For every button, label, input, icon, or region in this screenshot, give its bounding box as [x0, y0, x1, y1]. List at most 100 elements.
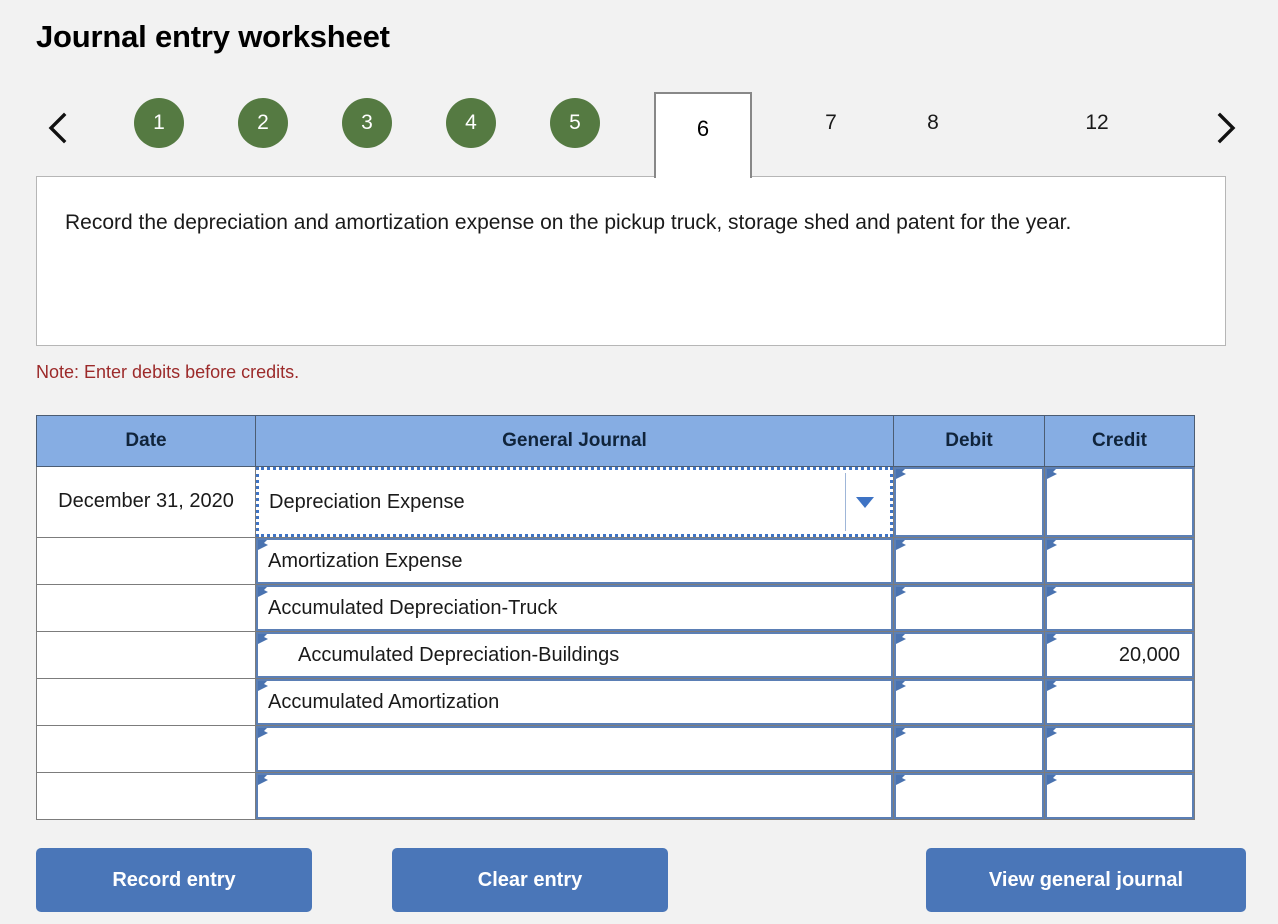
credit-input-4[interactable]: [1045, 679, 1194, 725]
account-input-5[interactable]: [256, 726, 893, 772]
table-row: December 31, 2020 Depreciation Expense: [36, 466, 1195, 538]
chevron-down-icon[interactable]: [845, 473, 884, 531]
cell-marker-icon: [258, 587, 268, 597]
debit-input-5[interactable]: [894, 726, 1044, 772]
debit-input-0[interactable]: [894, 467, 1044, 537]
step-tab-12-label: 12: [1085, 111, 1109, 134]
view-general-journal-button[interactable]: View general journal: [926, 848, 1246, 912]
date-cell: [36, 631, 256, 679]
debits-before-credits-note: Note: Enter debits before credits.: [36, 362, 300, 382]
table-row: [36, 725, 1195, 773]
credit-input-3[interactable]: 20,000: [1045, 632, 1194, 678]
table-header-row: Date General Journal Debit Credit: [36, 415, 1195, 467]
account-value-1: Amortization Expense: [268, 549, 463, 572]
account-select-0[interactable]: Depreciation Expense: [256, 467, 893, 537]
journal-rows: December 31, 2020 Depreciation Expense A…: [36, 466, 1195, 820]
general-journal-table: Date General Journal Debit Credit Decemb…: [36, 415, 1195, 820]
date-cell: [36, 678, 256, 726]
credit-cell: [1044, 584, 1195, 632]
account-input-3[interactable]: Accumulated Depreciation-Buildings: [256, 632, 893, 678]
step-tab-8-label: 8: [927, 111, 939, 134]
cell-marker-icon: [896, 775, 906, 785]
debit-cell: [893, 725, 1045, 773]
step-tab-5[interactable]: 5: [550, 98, 600, 148]
step-tab-strip: 1 2 3 4 5 6 7 8 12: [36, 92, 1242, 178]
account-input-2[interactable]: Accumulated Depreciation-Truck: [256, 585, 893, 631]
instruction-text: Record the depreciation and amortization…: [65, 211, 1072, 234]
journal-entry-worksheet-page: Journal entry worksheet 1 2 3 4 5 6 7 8 …: [0, 0, 1278, 924]
cell-marker-icon: [896, 634, 906, 644]
account-cell: [255, 772, 894, 820]
step-tab-4-label: 4: [465, 111, 477, 134]
next-step-button[interactable]: [1204, 92, 1248, 164]
cell-marker-icon: [258, 775, 268, 785]
cell-marker-icon: [896, 681, 906, 691]
account-cell: Accumulated Amortization: [255, 678, 894, 726]
debit-input-4[interactable]: [894, 679, 1044, 725]
date-cell: [36, 772, 256, 820]
table-row: [36, 772, 1195, 820]
table-row: Accumulated Depreciation-Buildings 20,00…: [36, 631, 1195, 679]
table-row: Accumulated Amortization: [36, 678, 1195, 726]
date-cell: [36, 725, 256, 773]
cell-marker-icon: [258, 540, 268, 550]
step-tab-1[interactable]: 1: [134, 98, 184, 148]
step-tab-6-active[interactable]: 6: [654, 92, 752, 178]
credit-input-0[interactable]: [1045, 467, 1194, 537]
instruction-panel: Record the depreciation and amortization…: [36, 176, 1226, 346]
account-cell: Depreciation Expense: [255, 466, 894, 538]
cell-marker-icon: [896, 728, 906, 738]
cell-marker-icon: [1047, 728, 1057, 738]
cell-marker-icon: [896, 587, 906, 597]
debit-cell: [893, 631, 1045, 679]
cell-marker-icon: [1047, 775, 1057, 785]
debit-input-6[interactable]: [894, 773, 1044, 819]
cell-marker-icon: [258, 681, 268, 691]
record-entry-button[interactable]: Record entry: [36, 848, 312, 912]
credit-input-1[interactable]: [1045, 538, 1194, 584]
credit-cell: 20,000: [1044, 631, 1195, 679]
step-tab-4[interactable]: 4: [446, 98, 496, 148]
account-value-4: Accumulated Amortization: [268, 690, 500, 713]
step-tab-1-label: 1: [153, 111, 165, 134]
credit-cell: [1044, 725, 1195, 773]
column-header-date: Date: [36, 415, 256, 467]
account-input-4[interactable]: Accumulated Amortization: [256, 679, 893, 725]
cell-marker-icon: [1047, 681, 1057, 691]
credit-cell: [1044, 537, 1195, 585]
credit-cell: [1044, 678, 1195, 726]
step-tab-5-label: 5: [569, 111, 581, 134]
debit-cell: [893, 584, 1045, 632]
debit-cell: [893, 466, 1045, 538]
step-tab-3-label: 3: [361, 111, 373, 134]
account-cell: [255, 725, 894, 773]
chevron-left-icon: [45, 111, 71, 145]
step-tab-7[interactable]: 7: [806, 98, 856, 148]
debit-input-3[interactable]: [894, 632, 1044, 678]
page-title: Journal entry worksheet: [36, 19, 390, 54]
credit-input-2[interactable]: [1045, 585, 1194, 631]
credit-cell: [1044, 466, 1195, 538]
step-tab-12[interactable]: 12: [1072, 98, 1122, 148]
clear-entry-button[interactable]: Clear entry: [392, 848, 668, 912]
account-cell: Amortization Expense: [255, 537, 894, 585]
date-cell: [36, 537, 256, 585]
debit-input-2[interactable]: [894, 585, 1044, 631]
cell-marker-icon: [258, 634, 268, 644]
debit-cell: [893, 772, 1045, 820]
debit-input-1[interactable]: [894, 538, 1044, 584]
credit-input-6[interactable]: [1045, 773, 1194, 819]
step-tab-6-label: 6: [696, 116, 710, 141]
account-input-6[interactable]: [256, 773, 893, 819]
column-header-general-journal: General Journal: [255, 415, 894, 467]
account-value-2: Accumulated Depreciation-Truck: [268, 596, 558, 619]
step-tab-7-label: 7: [825, 111, 837, 134]
credit-input-5[interactable]: [1045, 726, 1194, 772]
step-tab-3[interactable]: 3: [342, 98, 392, 148]
account-input-1[interactable]: Amortization Expense: [256, 538, 893, 584]
previous-step-button[interactable]: [36, 92, 80, 164]
step-tab-2[interactable]: 2: [238, 98, 288, 148]
cell-marker-icon: [896, 540, 906, 550]
cell-marker-icon: [258, 728, 268, 738]
step-tab-8[interactable]: 8: [908, 98, 958, 148]
